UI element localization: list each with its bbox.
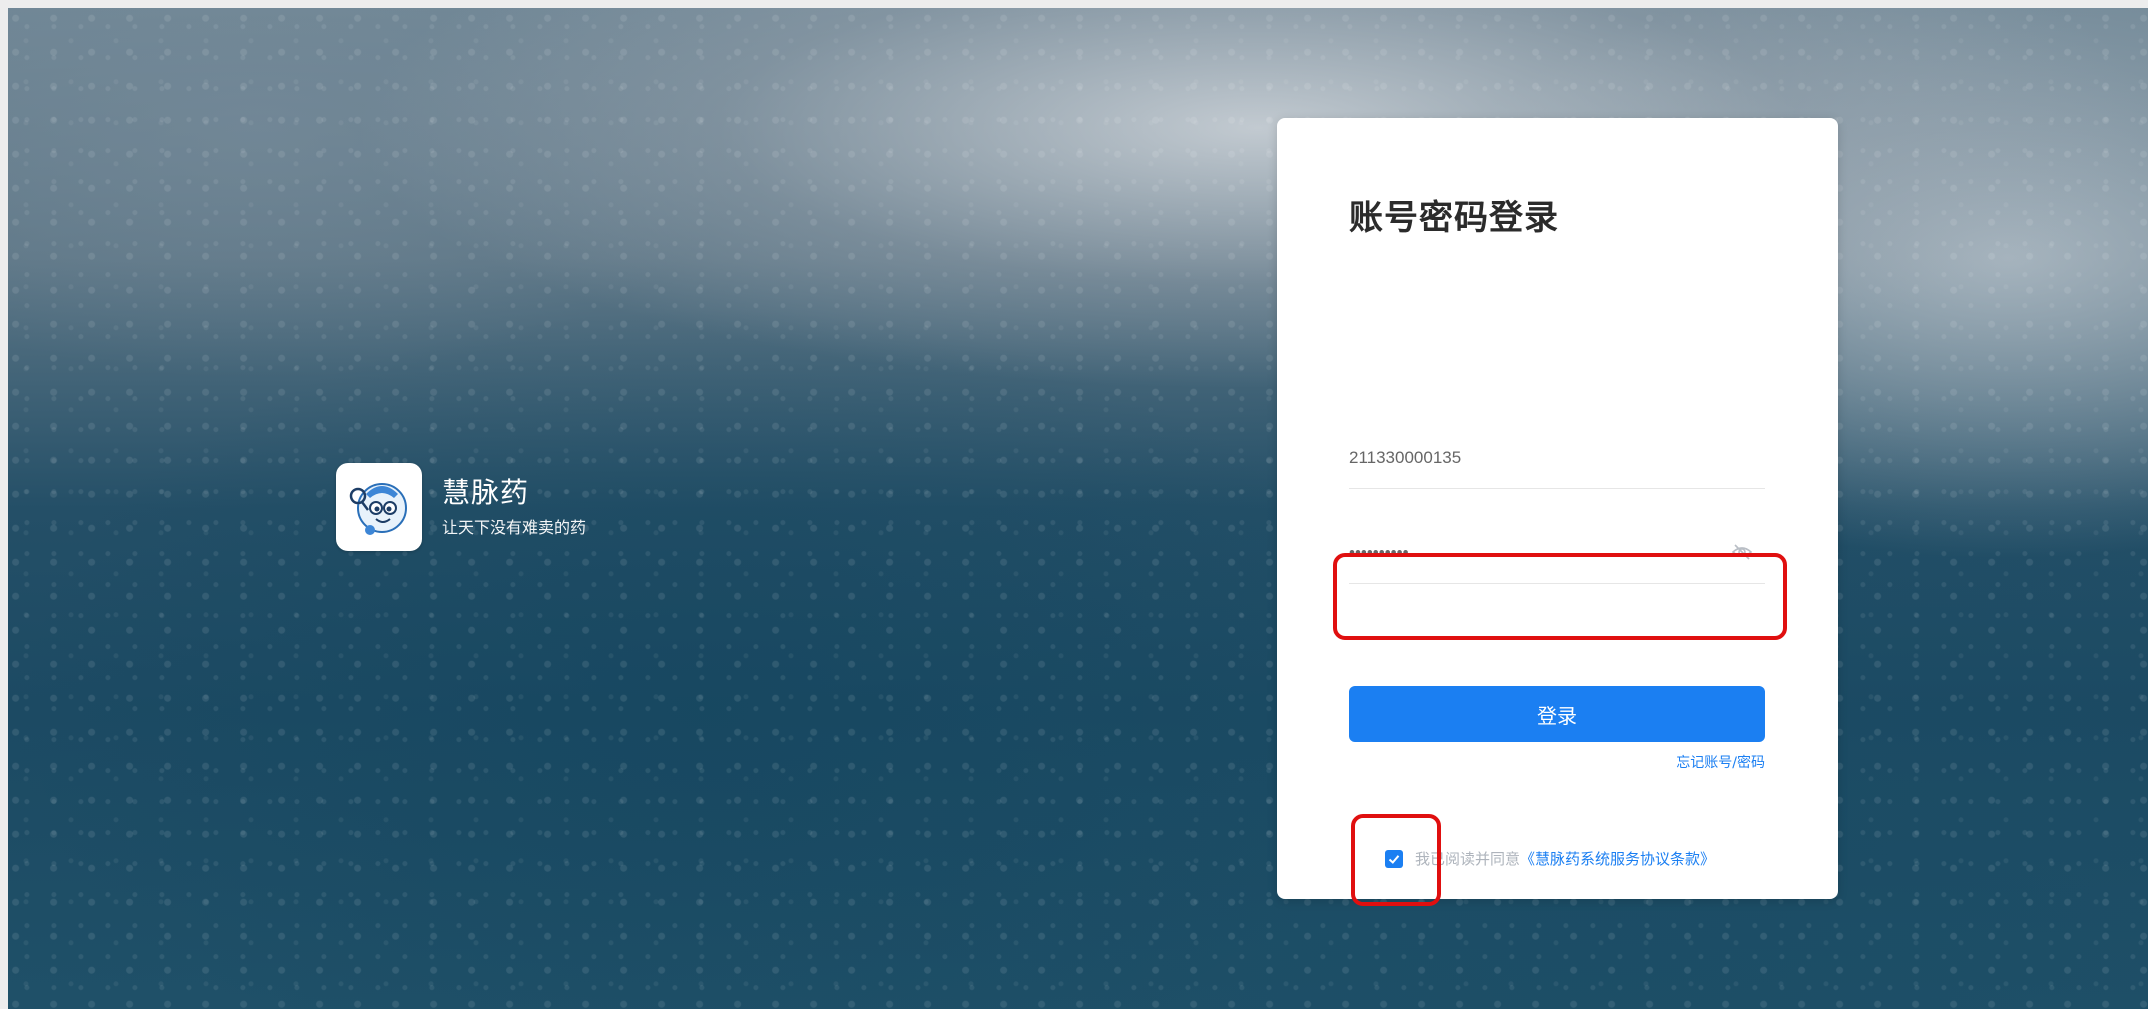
agreement-row: 我已阅读并同意 《慧脉药系统服务协议条款》 bbox=[1385, 848, 1715, 869]
account-field bbox=[1349, 428, 1765, 489]
agreement-prefix: 我已阅读并同意 bbox=[1415, 850, 1521, 868]
brand-slogan: 让天下没有难卖的药 bbox=[442, 518, 587, 537]
brand-text: 慧脉药 让天下没有难卖的药 bbox=[442, 475, 586, 539]
brand-name: 慧脉药 bbox=[442, 476, 530, 509]
login-button[interactable]: 登录 bbox=[1349, 686, 1765, 742]
password-input[interactable] bbox=[1349, 523, 1709, 583]
account-input[interactable] bbox=[1349, 428, 1709, 488]
check-icon bbox=[1388, 854, 1400, 864]
eye-slash-icon[interactable] bbox=[1731, 541, 1753, 563]
password-field bbox=[1349, 523, 1765, 584]
agreement-checkbox[interactable] bbox=[1385, 849, 1403, 868]
login-card: 账号密码登录 登录 忘记账号/密码 我已阅读并同意 《慧 bbox=[1277, 118, 1838, 899]
agreement-link[interactable]: 《慧脉药系统服务协议条款》 bbox=[1520, 848, 1715, 869]
brand-block: 慧脉药 让天下没有难卖的药 bbox=[336, 463, 586, 551]
login-title: 账号密码登录 bbox=[1349, 198, 1559, 238]
login-page: 慧脉药 让天下没有难卖的药 账号密码登录 登录 忘记账号/密码 bbox=[0, 0, 2148, 1009]
forgot-password-link[interactable]: 忘记账号/密码 bbox=[1676, 752, 1765, 772]
mascot-logo-icon bbox=[336, 463, 422, 551]
